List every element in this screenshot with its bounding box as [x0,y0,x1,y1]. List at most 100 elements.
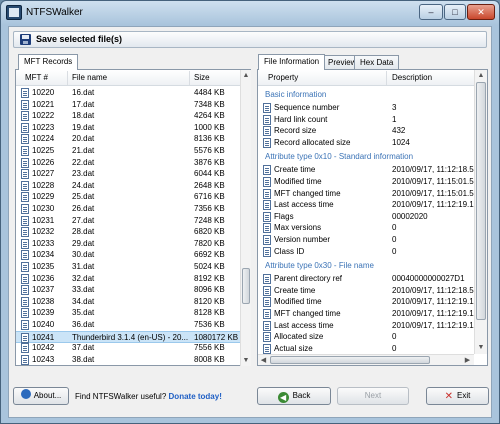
minimize-button[interactable]: – [419,4,443,20]
property-row[interactable]: Actual size 0 [258,343,472,355]
property-row[interactable]: Sequence number 3 [258,102,472,114]
property-row[interactable]: Parent directory ref 00040000000027D1 [258,273,472,285]
table-row[interactable]: 10240 36.dat 7536 KB [16,319,240,331]
table-row[interactable]: 10220 16.dat 4484 KB [16,87,240,99]
table-row[interactable]: 10234 30.dat 6692 KB [16,249,240,261]
next-button[interactable]: Next [337,387,409,405]
about-button[interactable]: About... [13,387,69,405]
tab-hex-data[interactable]: Hex Data [354,55,400,70]
table-row[interactable]: 10230 26.dat 7356 KB [16,203,240,215]
tab-mft-records[interactable]: MFT Records [18,54,79,70]
table-row[interactable]: 10243 38.dat 8008 KB [16,354,240,366]
app-window: NTFSWalker – □ ✕ Save selected file(s) M… [0,0,500,424]
property-row[interactable]: MFT changed time 2010/09/17, 11:12:19.1 [258,308,474,320]
table-row[interactable]: 10222 18.dat 4264 KB [16,110,240,122]
property-icon [263,320,271,331]
file-icon [21,204,29,214]
column-header-size[interactable]: Size [194,73,210,82]
table-row[interactable]: 10221 17.dat 7348 KB [16,99,240,111]
property-icon [263,126,271,137]
donate-link[interactable]: Donate today! [169,392,222,401]
exit-button[interactable]: ✕ Exit [426,387,489,405]
back-button[interactable]: ◀ Back [257,387,331,405]
scroll-thumb[interactable] [242,268,250,304]
file-icon [21,215,29,226]
property-row[interactable]: Version number 0 [258,234,472,246]
table-row[interactable]: 10224 20.dat 8136 KB [16,133,240,145]
back-label: Back [292,391,311,400]
file-icon [21,273,29,284]
column-header-mft[interactable]: MFT # [25,73,48,82]
scroll-up-arrow-icon[interactable]: ▲ [241,70,251,81]
scroll-down-arrow-icon[interactable]: ▼ [475,342,487,353]
property-row[interactable]: Hard link count 1 [258,114,472,126]
column-header-file-name[interactable]: File name [72,73,107,82]
property-row[interactable]: Modified time 2010/09/17, 11:12:19.1 [258,296,474,308]
property-icon [263,103,271,113]
scroll-left-arrow-icon[interactable]: ◀ [258,355,269,366]
info-vertical-scrollbar[interactable]: ▲ ▼ [474,70,487,354]
scroll-down-arrow-icon[interactable]: ▼ [241,355,251,366]
property-row[interactable]: Last access time 2010/09/17, 11:12:19.1 [258,199,474,211]
cell-file-name: 30.dat [72,250,95,260]
cell-size: 7556 KB [194,343,225,353]
cell-description: 2010/09/17, 11:12:18.5 [392,285,474,295]
maximize-button[interactable]: □ [444,4,466,20]
table-row[interactable]: 10241 Thunderbird 3.1.4 (en-US) - 20... 10… [16,330,240,343]
property-row[interactable]: Max versions 0 [258,222,472,234]
property-row[interactable]: Create time 2010/09/17, 11:12:18.5 [258,164,474,176]
property-icon [263,211,271,222]
property-row[interactable]: Modified time 2010/09/17, 11:15:01.5 [258,176,474,188]
table-row[interactable]: 10237 33.dat 8096 KB [16,284,240,296]
mft-vertical-scrollbar[interactable]: ▲ ▼ [240,70,251,366]
table-row[interactable]: 10235 31.dat 5024 KB [16,261,240,273]
save-selected-files-button[interactable]: Save selected file(s) [13,31,487,48]
property-row[interactable]: Last access time 2010/09/17, 11:12:19.1 [258,320,474,332]
table-row[interactable]: 10232 28.dat 6820 KB [16,226,240,238]
cell-size: 1000 KB [194,122,225,132]
property-row[interactable]: Record allocated size 1024 [258,137,472,149]
table-row[interactable]: 10233 29.dat 7820 KB [16,238,240,250]
property-row[interactable]: Flags 00002020 [258,211,472,223]
property-row[interactable]: MFT changed time 2010/09/17, 11:15:01.5 [258,188,474,200]
cell-size: 1080172 KB [194,332,239,342]
property-row[interactable]: Record size 432 [258,125,472,137]
scroll-thumb[interactable] [476,82,486,320]
cell-mft: 10228 [32,180,55,190]
cell-file-name: 25.dat [72,192,95,202]
table-row[interactable]: 10239 35.dat 8128 KB [16,307,240,319]
cell-description: 432 [392,126,406,136]
property-row[interactable]: Create time 2010/09/17, 11:12:18.5 [258,285,474,297]
tab-file-information[interactable]: File Information [258,54,326,70]
cell-file-name: Thunderbird 3.1.4 (en-US) - 20... [72,332,188,342]
table-row[interactable]: 10228 24.dat 2648 KB [16,180,240,192]
table-row[interactable]: 10229 25.dat 6716 KB [16,191,240,203]
table-row[interactable]: 10236 32.dat 8192 KB [16,273,240,285]
close-button[interactable]: ✕ [467,4,495,20]
table-row[interactable]: 10242 37.dat 7556 KB [16,342,240,354]
scroll-right-arrow-icon[interactable]: ▶ [462,355,473,366]
scroll-up-arrow-icon[interactable]: ▲ [475,70,487,81]
cell-property: Sequence number [274,103,340,112]
scroll-thumb[interactable] [270,356,430,364]
cell-property: Record allocated size [274,137,351,147]
title-bar[interactable]: NTFSWalker – □ ✕ [1,1,499,25]
table-row[interactable]: 10238 34.dat 8120 KB [16,296,240,308]
cell-size: 7536 KB [194,320,225,329]
cell-mft: 10234 [32,250,55,260]
info-horizontal-scrollbar[interactable]: ◀ ▶ [258,354,474,365]
column-header-property[interactable]: Property [268,73,298,82]
table-row[interactable]: 10225 21.dat 5576 KB [16,145,240,157]
table-row[interactable]: 10227 23.dat 6044 KB [16,168,240,180]
column-header-description[interactable]: Description [392,73,432,82]
property-row[interactable]: Allocated size 0 [258,331,472,343]
table-row[interactable]: 10226 22.dat 3876 KB [16,157,240,169]
table-row[interactable]: 10223 19.dat 1000 KB [16,122,240,134]
cell-mft: 10239 [32,308,55,318]
cell-file-name: 17.dat [72,99,95,109]
property-icon [263,188,271,199]
property-row[interactable]: Class ID 0 [258,246,472,258]
cell-property: Parent directory ref [274,274,343,284]
table-row[interactable]: 10231 27.dat 7248 KB [16,215,240,227]
cell-description: 0 [392,343,397,353]
